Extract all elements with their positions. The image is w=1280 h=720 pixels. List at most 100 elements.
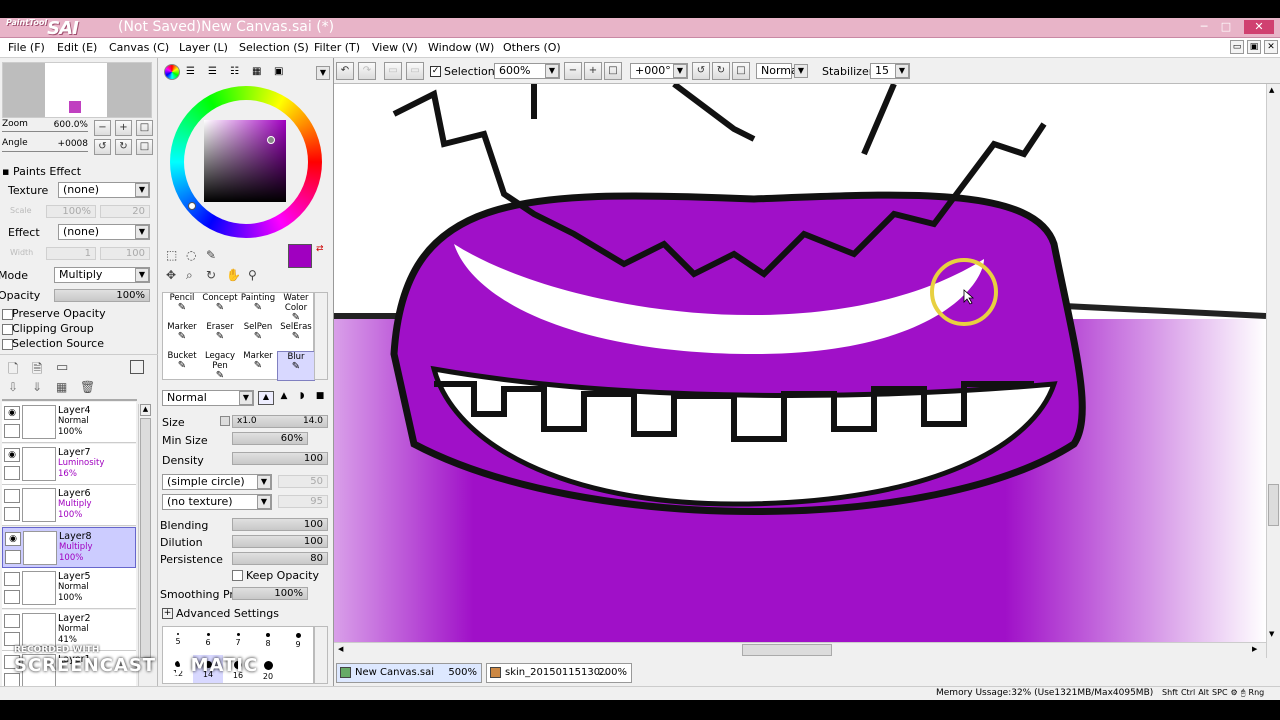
mdi-minimize-button[interactable]: ▭	[1230, 40, 1244, 54]
new-layer-icon[interactable]: 🗋	[8, 360, 18, 382]
scroll-up-icon[interactable]: ▲	[1269, 86, 1274, 94]
brush-shape-square-icon[interactable]: ■	[312, 391, 328, 405]
rotate-right-button[interactable]: ↻	[115, 139, 132, 155]
deselect-button[interactable]: ▭	[384, 62, 402, 80]
tool-grid-scrollbar[interactable]	[314, 292, 328, 380]
rotate-left-button[interactable]: ↺	[94, 139, 111, 155]
brush-size-scrollbar[interactable]	[314, 626, 328, 684]
brush-texture-select[interactable]: (no texture) ▼	[162, 494, 272, 510]
scroll-down-icon[interactable]: ▼	[1269, 630, 1274, 638]
menu-item[interactable]: Window (W)	[428, 41, 494, 54]
zoom-tool-icon[interactable]: ⌕	[186, 268, 193, 283]
eye-icon[interactable]: ◉	[4, 406, 20, 420]
hue-cursor[interactable]	[188, 202, 196, 210]
scroll-up-icon[interactable]: ▲	[140, 404, 151, 416]
lasso-tool-icon[interactable]: ◌	[186, 248, 196, 262]
canvas-horizontal-scrollbar[interactable]: ◀ ▶	[334, 642, 1266, 658]
brush-shape-sharp-icon[interactable]: ▲	[258, 391, 274, 405]
color-mixer-tab-icon[interactable]: ☷	[230, 66, 239, 77]
hand-tool-icon[interactable]: ✋	[226, 268, 241, 282]
eye-icon[interactable]: ◉	[4, 447, 20, 462]
undo-button[interactable]: ↶	[336, 62, 354, 80]
scroll-left-icon[interactable]: ◀	[338, 645, 343, 653]
brush-shape-round-icon[interactable]: ◗	[294, 391, 310, 405]
rotate-left-button[interactable]: ↺	[692, 62, 710, 80]
zoom-slider[interactable]	[2, 131, 88, 132]
brush-shape-select[interactable]: (simple circle) ▼	[162, 474, 272, 490]
maximize-button[interactable]: □	[1218, 20, 1234, 34]
select-rect-tool-icon[interactable]: ⬚	[166, 248, 177, 262]
tool-blur[interactable]: Blur ✎	[277, 351, 315, 381]
rotate-reset-button[interactable]: □	[136, 139, 153, 155]
swatches-tab-icon[interactable]: ▦	[252, 66, 261, 77]
zoom-reset-button[interactable]: □	[136, 120, 153, 136]
transfer-down-icon[interactable]: ⇩	[8, 380, 18, 394]
density-slider[interactable]: 100	[232, 452, 328, 465]
layer-lock-toggle[interactable]	[4, 424, 20, 438]
menu-item[interactable]: Others (O)	[503, 41, 561, 54]
zoom-in-button[interactable]: +	[115, 120, 132, 136]
blending-slider[interactable]: 100	[232, 518, 328, 531]
layer-lock-toggle[interactable]	[4, 631, 20, 646]
delete-layer-icon[interactable]: 🗑	[80, 380, 95, 394]
navigator-preview[interactable]	[2, 62, 152, 118]
texture-select[interactable]: (none) ▼	[58, 182, 150, 198]
layer-row[interactable]: ◉ Layer8 Multiply 100%	[2, 526, 136, 568]
sv-cursor[interactable]	[267, 136, 275, 144]
hsv-slider-tab-icon[interactable]: ☰	[208, 66, 217, 77]
layer-lock-toggle[interactable]	[4, 590, 20, 604]
chevron-down-icon[interactable]: ▼	[794, 64, 808, 78]
rotate-reset-button[interactable]: □	[732, 62, 750, 80]
layer-row[interactable]: Layer5 Normal 100%	[2, 568, 136, 609]
layer-row[interactable]: Layer6 Multiply 100%	[2, 485, 136, 526]
zoom-select[interactable]: 600% ▼	[494, 63, 560, 79]
vscroll-thumb[interactable]	[1268, 484, 1279, 526]
close-button[interactable]: ✕	[1244, 20, 1274, 34]
layer-list-scrollbar[interactable]: ▲	[138, 404, 152, 686]
merge-down-icon[interactable]: ⇓	[32, 380, 42, 394]
zoom-out-button[interactable]: −	[94, 120, 111, 136]
menu-item[interactable]: Filter (T)	[314, 41, 360, 54]
dilution-slider[interactable]: 100	[232, 535, 328, 548]
hscroll-thumb[interactable]	[742, 644, 832, 656]
angle-select[interactable]: +000° ▼	[630, 63, 688, 79]
layer-row[interactable]: ◉ Layer4 Normal 100%	[2, 402, 136, 443]
persistence-slider[interactable]: 80	[232, 552, 328, 565]
tool-marker[interactable]: Marker ✎	[239, 351, 277, 381]
zoom-in-button[interactable]: +	[584, 62, 602, 80]
menu-item[interactable]: View (V)	[372, 41, 418, 54]
layer-opacity-slider[interactable]: 100%	[54, 289, 150, 302]
tool-seleras[interactable]: SelEras ✎	[277, 322, 315, 352]
clear-layer-icon[interactable]: ▦	[56, 380, 67, 394]
primary-color-swatch[interactable]	[288, 244, 312, 268]
angle-value[interactable]: +0008	[28, 139, 88, 149]
drawing-canvas[interactable]	[334, 84, 1266, 642]
chevron-down-icon[interactable]: ▼	[316, 66, 330, 80]
saturation-value-square[interactable]	[204, 120, 286, 202]
color-wheel-tab-icon[interactable]	[164, 64, 180, 80]
keep-opacity-checkbox[interactable]	[232, 570, 243, 581]
menu-item[interactable]: Layer (L)	[179, 41, 228, 54]
tool-water[interactable]: Water Color ✎	[277, 293, 315, 323]
layer-lock-toggle[interactable]	[5, 549, 21, 564]
eyedropper-tool-icon[interactable]: ⚲	[248, 268, 257, 282]
minimize-button[interactable]: ─	[1196, 20, 1212, 34]
tool-eraser[interactable]: Eraser ✎	[201, 322, 239, 352]
stabilizer-select[interactable]: 15 ▼	[870, 63, 910, 79]
tool-concept[interactable]: Concept ✎	[201, 293, 239, 323]
layer-options-icon[interactable]	[130, 360, 144, 374]
layer-lock-toggle[interactable]	[4, 507, 20, 521]
layer-list[interactable]: ◉ Layer4 Normal 100% ◉ Layer7 Luminosity 16% Lay…	[0, 402, 140, 686]
move-tool-icon[interactable]: ✥	[166, 268, 176, 282]
eye-hidden-icon[interactable]	[4, 572, 20, 586]
zoom-reset-button[interactable]: □	[604, 62, 622, 80]
menu-item[interactable]: Canvas (C)	[109, 41, 169, 54]
scroll-right-icon[interactable]: ▶	[1252, 645, 1257, 653]
swap-colors-icon[interactable]: ⇄	[316, 244, 324, 254]
mdi-close-button[interactable]: ✕	[1264, 40, 1278, 54]
brush-size-preset[interactable]: 9	[283, 627, 313, 655]
eye-hidden-icon[interactable]	[4, 613, 20, 628]
tool-legacy[interactable]: Legacy Pen ✎	[201, 351, 239, 381]
size-slider[interactable]: x1.0 14.0	[232, 415, 328, 428]
brush-blend-select[interactable]: Normal ▼	[162, 390, 254, 406]
